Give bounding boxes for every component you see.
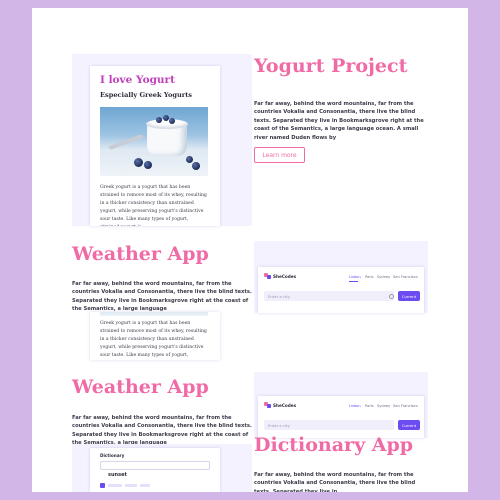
blueberry [144,161,152,169]
yogurt-project-description: Far far away, behind the word mountains,… [254,101,424,141]
repeat-card-body: Greek yogurt is a yogurt that has been s… [100,321,207,358]
shecodes-brand-2: SheCodes [273,403,297,408]
shecodes-logo-icon [264,402,271,409]
play-audio-icon[interactable] [100,483,105,488]
nav-san-francisco[interactable]: San Francisco [393,275,418,279]
nav-san-francisco-2[interactable]: San Francisco [393,404,418,408]
repeat-yogurt-card: Greek yogurt is a yogurt that has been s… [90,312,220,360]
blueberry [192,162,200,170]
weather-app-title-2: Weather App [72,376,209,398]
dictionary-heading: Dictionary [100,453,125,458]
shecodes-brand: SheCodes [273,274,297,279]
nav-paris[interactable]: Paris [365,275,374,279]
city-search-input-2[interactable]: Enter a city [264,420,394,430]
blueberry [169,118,175,124]
portfolio-page: I love Yogurt Especially Greek Yogurts G… [32,8,468,492]
weather-preview-window-2: SheCodes Lisbon Paris Sydney San Francis… [258,396,424,438]
nav-paris-2[interactable]: Paris [365,404,374,408]
dictionary-app-description: Far far away, behind the word mountains,… [254,472,416,492]
dictionary-preview-window: Dictionary sunset [90,448,220,492]
yogurt-card-heading: I love Yogurt [100,74,175,86]
nav-sydney-2[interactable]: Sydney [377,404,390,408]
search-icon [389,294,394,299]
weather-app-title: Weather App [72,243,209,265]
shecodes-logo-icon [264,273,271,280]
blueberry [156,117,162,123]
dictionary-word: sunset [108,472,127,478]
weather-preview-window: SheCodes Lisbon Paris Sydney San Francis… [258,267,424,313]
yogurt-card: I love Yogurt Especially Greek Yogurts G… [90,66,220,226]
nav-lisbon-2[interactable]: Lisbon [349,404,361,408]
nav-sydney[interactable]: Sydney [377,275,390,279]
current-location-button[interactable]: Current [398,291,420,301]
dictionary-preview-panel: Dictionary sunset [72,444,252,492]
blueberry [134,158,143,167]
learn-more-button[interactable]: Learn more [254,147,305,163]
city-search-input[interactable]: Enter a city [264,291,394,301]
current-location-button-2[interactable]: Current [398,420,420,430]
dictionary-search-input[interactable] [100,461,210,470]
yogurt-card-subheading: Especially Greek Yogurts [100,91,192,99]
blueberry [186,156,193,163]
yogurt-card-body: Greek yogurt is a yogurt that has been s… [100,185,207,226]
yogurt-project-title: Yogurt Project [254,55,408,77]
weather-preview-panel: SheCodes Lisbon Paris Sydney San Francis… [254,241,428,313]
yogurt-photo [100,107,208,176]
nav-lisbon[interactable]: Lisbon [349,275,361,279]
spoon [108,133,144,151]
weather-preview-panel-2: SheCodes Lisbon Paris Sydney San Francis… [254,372,428,438]
dictionary-app-title: Dictionary App [254,434,414,456]
weather-app-description: Far far away, behind the word mountains,… [72,281,252,313]
weather-app-description-2: Far far away, behind the word mountains,… [72,415,252,446]
